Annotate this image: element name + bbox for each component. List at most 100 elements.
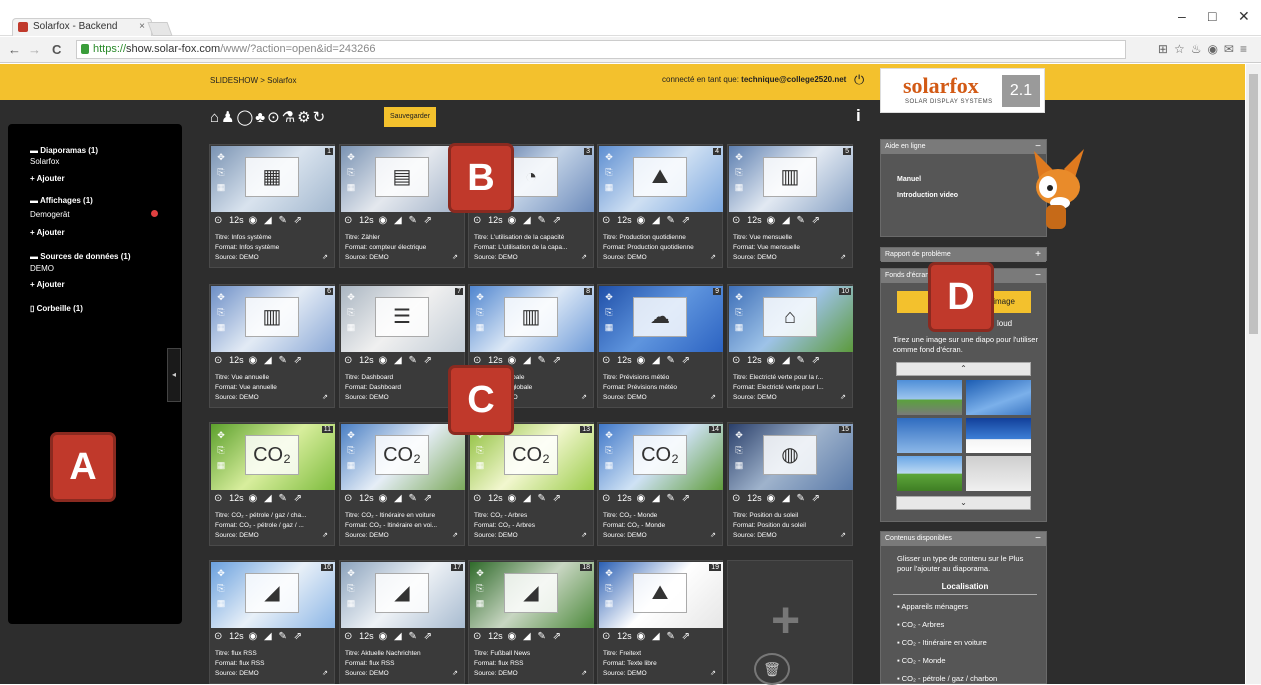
open-external-icon[interactable]: ⇗ [452,531,458,539]
info-icon[interactable]: i [856,106,861,126]
open-external-icon[interactable]: ⇗ [452,669,458,677]
slide-move-edit-icons[interactable]: ✥⎘▦ [473,566,487,611]
slide-controls[interactable]: ⊙ 12s ◉ ◢ ✎ ⇗ [344,493,434,504]
slide-move-edit-icons[interactable]: ✥⎘▦ [214,428,228,473]
slide-duration[interactable]: 12s [359,355,374,365]
slide-thumbnail[interactable]: ✥ ⎘ ▦ ◢ 17 [341,562,465,628]
content-type-item[interactable]: ▪ CO₂ - pétrole / gaz / charbon [897,674,997,683]
slide-move-edit-icons[interactable]: ✥⎘▦ [214,290,228,335]
wallpaper-scroll-down[interactable]: ⌄ [896,496,1031,510]
page-scrollbar[interactable] [1246,64,1261,684]
problem-panel-header[interactable]: Rapport de problème + [881,248,1046,262]
slide-controls[interactable]: ⊙ 12s ◉ ◢ ✎ ⇗ [214,631,304,642]
slide-thumbnail[interactable]: ✥ ⎘ ▦ ◢ 18 [470,562,594,628]
slide-duration[interactable]: 12s [229,215,244,225]
slide-duration[interactable]: 12s [617,631,632,641]
slide-duration[interactable]: 12s [229,631,244,641]
slide-controls[interactable]: ⊙ 12s ◉ ◢ ✎ ⇗ [214,215,304,226]
slide-move-edit-icons[interactable]: ✥⎘▦ [344,150,358,195]
slide-controls[interactable]: ⊙ 12s ◉ ◢ ✎ ⇗ [732,493,822,504]
slide-move-edit-icons[interactable]: ✥⎘▦ [732,428,746,473]
content-panel-header[interactable]: Contenus disponibles − [881,532,1046,546]
slide-move-edit-icons[interactable]: ✥⎘▦ [344,566,358,611]
sidebar-item-demogeraet[interactable]: Demogerät [30,210,70,219]
sidebar-collapse-button[interactable]: ◂ [167,348,181,402]
url-input[interactable]: https://show.solar-fox.com/www/?action=o… [76,40,1126,59]
open-external-icon[interactable]: ⇗ [840,253,846,261]
slide-controls[interactable]: ⊙ 12s ◉ ◢ ✎ ⇗ [214,493,304,504]
slide-duration[interactable]: 12s [359,493,374,503]
logout-icon[interactable]: ⏻ [854,72,864,88]
slide-move-edit-icons[interactable]: ✥⎘▦ [473,290,487,335]
slide-card[interactable]: ✥ ⎘ ▦ ⌂ 10 ⊙ 12s ◉ ◢ ✎ ⇗ Titre: Electricté ver… [727,284,853,408]
open-external-icon[interactable]: ⇗ [840,531,846,539]
slide-controls[interactable]: ⊙ 12s ◉ ◢ ✎ ⇗ [732,215,822,226]
open-external-icon[interactable]: ⇗ [322,669,328,677]
open-external-icon[interactable]: ⇗ [581,393,587,401]
manual-link[interactable]: Manuel [897,176,921,183]
slide-thumbnail[interactable]: ✥ ⎘ ▦ ▥ 8 [470,286,594,352]
wallpaper-thumb[interactable] [897,418,962,453]
slide-controls[interactable]: ⊙ 12s ◉ ◢ ✎ ⇗ [473,631,563,642]
slide-card[interactable]: ✥ ⎘ ▦ ◍ 15 ⊙ 12s ◉ ◢ ✎ ⇗ Titre: Position du so… [727,422,853,546]
slide-card[interactable]: ✥ ⎘ ▦ ◢ 16 ⊙ 12s ◉ ◢ ✎ ⇗ Titre: flux RSS Format… [209,560,335,684]
slide-card[interactable]: ✥ ⎘ ▦ CO₂ 14 ⊙ 12s ◉ ◢ ✎ ⇗ Titre: CO₂ - Monde F… [597,422,723,546]
slide-card[interactable]: ✥ ⎘ ▦ ◢ 17 ⊙ 12s ◉ ◢ ✎ ⇗ Titre: Aktuelle Nachr… [339,560,465,684]
sidebar-add-affichage[interactable]: + Ajouter [30,228,65,237]
slideshow-toolbar[interactable]: ⌂♟◯♣⊙⚗⚙↻ [210,108,327,126]
extension-icons[interactable]: ⊞☆♨◉✉≡ [1158,42,1253,56]
wallpaper-thumb[interactable] [966,380,1031,415]
slide-duration[interactable]: 12s [229,355,244,365]
cloud-link[interactable]: loud [997,319,1012,328]
slide-move-edit-icons[interactable]: ✥⎘▦ [732,290,746,335]
slide-controls[interactable]: ⊙ 12s ◉ ◢ ✎ ⇗ [344,631,434,642]
open-external-icon[interactable]: ⇗ [710,669,716,677]
delete-display-icon[interactable] [151,210,158,217]
slide-card[interactable]: ✥ ⎘ ▦ ☰ 7 ⊙ 12s ◉ ◢ ✎ ⇗ Titre: Dashboard Format… [339,284,465,408]
slide-controls[interactable]: ⊙ 12s ◉ ◢ ✎ ⇗ [473,493,563,504]
sidebar-add-diaporama[interactable]: + Ajouter [30,174,65,183]
sidebar-corbeille[interactable]: ▯ Corbeille (1) [30,304,83,313]
slide-move-edit-icons[interactable]: ✥⎘▦ [214,566,228,611]
slide-thumbnail[interactable]: ✥ ⎘ ▦ CO₂ 11 [211,424,335,490]
open-external-icon[interactable]: ⇗ [710,531,716,539]
slide-thumbnail[interactable]: ✥ ⎘ ▦ ◢ 16 [211,562,335,628]
open-external-icon[interactable]: ⇗ [452,253,458,261]
open-external-icon[interactable]: ⇗ [840,393,846,401]
slide-thumbnail[interactable]: ✥ ⎘ ▦ ☁ 9 [599,286,723,352]
wallpaper-scroll-up[interactable]: ⌃ [896,362,1031,376]
sidebar-item-solarfox[interactable]: Solarfox [30,157,59,166]
slide-card[interactable]: ✥ ⎘ ▦ ☁ 9 ⊙ 12s ◉ ◢ ✎ ⇗ Titre: Prévisions mété… [597,284,723,408]
slide-card[interactable]: ✥⎘▦CO₂12⊙ 12s ◉ ◢ ✎ ⇗Titre: CO₂ - Itinér… [339,422,465,546]
maximize-icon[interactable]: □ [1208,8,1216,24]
slide-duration[interactable]: 12s [617,355,632,365]
open-external-icon[interactable]: ⇗ [710,393,716,401]
slide-move-edit-icons[interactable]: ✥⎘▦ [602,290,616,335]
reload-icon[interactable]: C [52,42,61,57]
sidebar-diaporamas[interactable]: ▬ Diaporamas (1) [30,146,98,155]
slide-card[interactable]: ✥ ⎘ ▦ ⛰ 4 ⊙ 12s ◉ ◢ ✎ ⇗ Titre: Production quot… [597,144,723,268]
scrollbar-thumb[interactable] [1249,74,1258,334]
content-type-item[interactable]: ▪ CO₂ - Itinéraire en voiture [897,638,987,647]
forward-icon[interactable]: → [28,42,41,57]
plus-icon[interactable]: + [771,591,800,649]
slide-controls[interactable]: ⊙ 12s ◉ ◢ ✎ ⇗ [602,355,692,366]
slide-thumbnail[interactable]: ✥⎘▦CO₂12 [341,424,465,490]
slide-thumbnail[interactable]: ✥ ⎘ ▦ ▥ 6 [211,286,335,352]
open-external-icon[interactable]: ⇗ [322,531,328,539]
open-external-icon[interactable]: ⇗ [710,253,716,261]
content-type-item[interactable]: ▪ Appareils ménagers [897,602,968,611]
slide-controls[interactable]: ⊙ 12s ◉ ◢ ✎ ⇗ [602,493,692,504]
slide-thumbnail[interactable]: ✥⎘▦▤2 [341,146,465,212]
sidebar-item-demo[interactable]: DEMO [30,264,54,273]
wallpaper-thumb[interactable] [966,456,1031,491]
sidebar-sources[interactable]: ▬ Sources de données (1) [30,252,130,261]
slide-controls[interactable]: ⊙ 12s ◉ ◢ ✎ ⇗ [473,215,563,226]
wallpaper-collapse-icon[interactable]: − [1035,269,1041,283]
slide-duration[interactable]: 12s [617,215,632,225]
slide-thumbnail[interactable]: ✥ ⎘ ▦ ▥ 5 [729,146,853,212]
slide-thumbnail[interactable]: ✥ ⎘ ▦ CO₂ 14 [599,424,723,490]
slide-duration[interactable]: 12s [488,215,503,225]
trash-icon[interactable]: 🗑 [754,653,790,685]
slide-card[interactable]: ✥ ⎘ ▦ CO₂ 11 ⊙ 12s ◉ ◢ ✎ ⇗ Titre: CO₂ - pétrol… [209,422,335,546]
